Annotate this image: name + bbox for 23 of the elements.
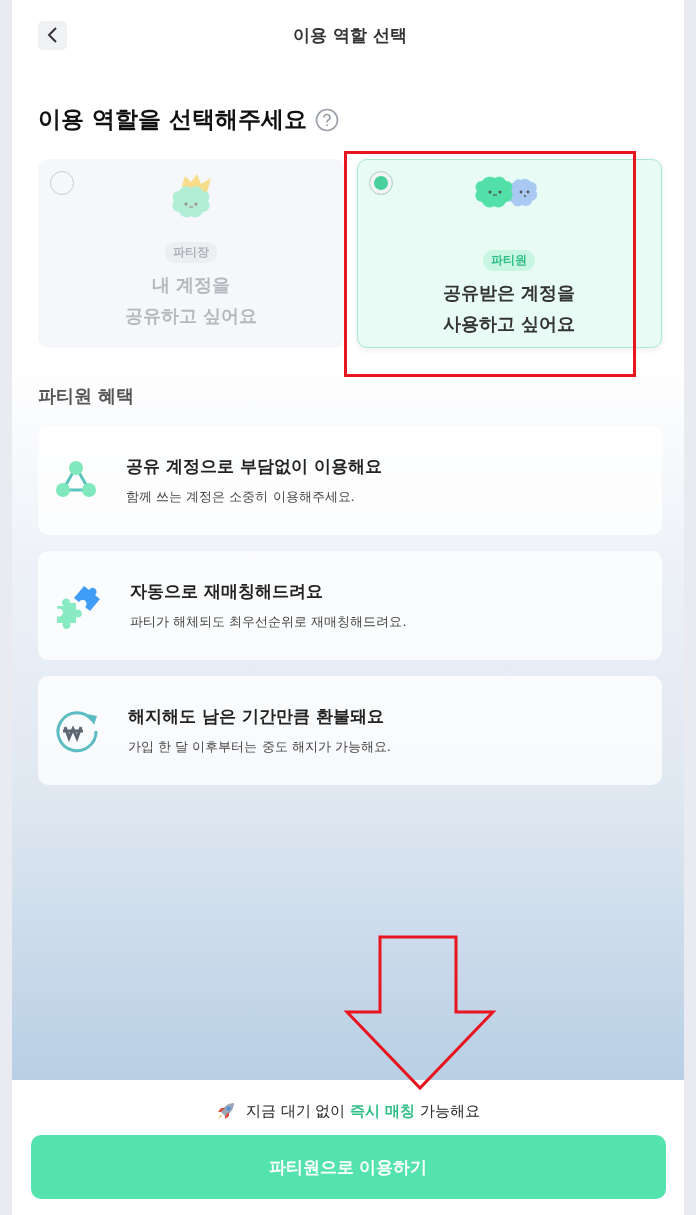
back-button[interactable] (38, 20, 67, 50)
role-badge: 파티장 (164, 242, 217, 263)
radio-button[interactable] (50, 171, 74, 195)
join-button[interactable]: 파티원으로 이용하기 (30, 1135, 666, 1199)
benefit-description: 파티가 해체되도 최우선순위로 재매칭해드려요. (130, 613, 407, 631)
heading: 이용 역할을 선택해주세요 (38, 105, 307, 134)
chevron-left-icon (45, 26, 60, 44)
help-icon[interactable] (315, 107, 339, 132)
role-badge: 파티원 (483, 250, 536, 271)
benefit-title: 해지해도 남은 기간만큼 환불돼요 (128, 705, 385, 728)
radio-button[interactable] (368, 171, 393, 195)
notice-text: 지금 대기 없이 즉시 매칭 가능해요 (245, 1101, 481, 1121)
benefit-description: 함께 쓰는 계정은 소중히 이용해주세요. (126, 488, 356, 506)
benefit-description: 가입 한 달 이후부터는 중도 해지가 가능해요. (128, 738, 391, 756)
section-title: 파티원 혜택 (38, 384, 136, 408)
role-description: 공유받은 계정을 사용하고 싶어요 (443, 281, 576, 336)
benefit-title: 공유 계정으로 부담없이 이용해요 (126, 455, 382, 478)
rocket-icon (215, 1101, 236, 1121)
role-card[interactable]: 파티원 공유받은 계정을 사용하고 싶어요 (356, 159, 662, 348)
benefit-title: 자동으로 재매칭해드려요 (130, 580, 324, 603)
role-description: 내 계정을 공유하고 싶어요 (124, 273, 257, 328)
role-card[interactable]: 파티장 내 계정을 공유하고 싶어요 (38, 159, 344, 348)
page-title: 이용 역할 선택 (292, 23, 408, 47)
